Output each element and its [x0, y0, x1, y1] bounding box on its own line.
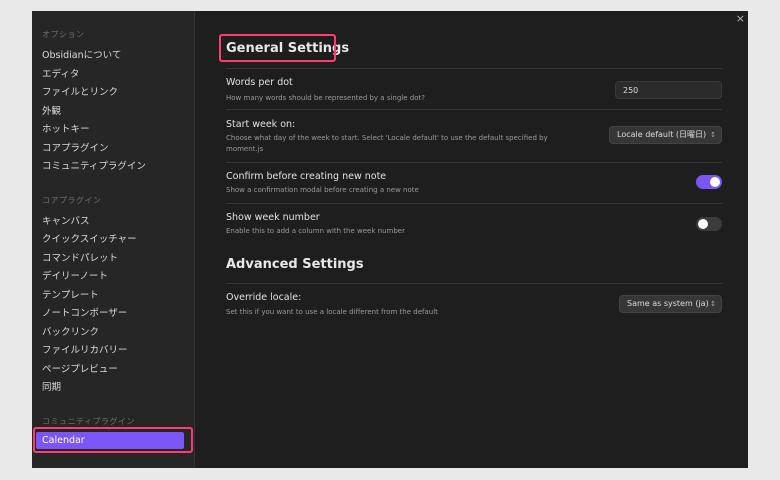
sidebar-item-core-plugins[interactable]: コアプラグイン — [42, 140, 109, 154]
settings-content: General Settings Words per dot How many … — [195, 11, 748, 468]
sidebar-item-sync[interactable]: 同期 — [42, 379, 61, 393]
advanced-settings-title: Advanced Settings — [226, 257, 364, 272]
toggle-knob — [710, 177, 720, 187]
setting-name-words-per-dot: Words per dot — [226, 77, 293, 88]
sidebar-section-core-plugins: コアプラグイン — [42, 196, 102, 205]
show-week-number-toggle[interactable] — [696, 217, 722, 231]
override-locale-select-value: Same as system (ja) — [627, 299, 709, 308]
confirm-new-note-toggle[interactable] — [696, 175, 722, 189]
start-week-select[interactable]: Locale default (日曜日) ↕ — [609, 126, 722, 144]
setting-name-show-week-number: Show week number — [226, 212, 320, 223]
setting-name-override-locale: Override locale: — [226, 292, 302, 303]
setting-desc-override-locale: Set this if you want to use a locale dif… — [226, 308, 438, 316]
settings-sidebar: オプション Obsidianについて エディタ ファイルとリンク 外観 ホットキ… — [32, 11, 195, 468]
override-locale-select[interactable]: Same as system (ja) ↕ — [619, 295, 722, 313]
sidebar-item-page-preview[interactable]: ページプレビュー — [42, 361, 118, 375]
sidebar-item-files-links[interactable]: ファイルとリンク — [42, 84, 118, 98]
sidebar-item-appearance[interactable]: 外観 — [42, 103, 61, 117]
sidebar-item-about[interactable]: Obsidianについて — [42, 47, 121, 61]
setting-name-confirm-new-note: Confirm before creating new note — [226, 171, 387, 182]
toggle-knob — [698, 219, 708, 229]
divider — [226, 109, 722, 110]
sidebar-item-note-composer[interactable]: ノートコンポーザー — [42, 305, 127, 319]
setting-desc-confirm-new-note: Show a confirmation modal before creatin… — [226, 186, 419, 194]
divider — [226, 68, 722, 69]
start-week-select-value: Locale default (日曜日) — [617, 130, 707, 139]
sidebar-section-options: オプション — [42, 30, 85, 39]
divider — [226, 162, 722, 163]
divider — [226, 283, 722, 284]
sidebar-item-editor[interactable]: エディタ — [42, 66, 79, 80]
general-settings-highlight-box — [219, 34, 336, 62]
words-per-dot-input[interactable]: 250 — [615, 81, 722, 99]
sidebar-item-hotkeys[interactable]: ホットキー — [42, 121, 90, 135]
sidebar-item-templates[interactable]: テンプレート — [42, 287, 99, 301]
sidebar-item-quick-switcher[interactable]: クイックスイッチャー — [42, 231, 137, 245]
chevron-updown-icon: ↕ — [710, 300, 716, 308]
sidebar-item-file-recovery[interactable]: ファイルリカバリー — [42, 342, 128, 356]
divider — [226, 203, 722, 204]
chevron-updown-icon: ↕ — [710, 131, 716, 139]
setting-name-start-week: Start week on: — [226, 119, 296, 130]
sidebar-section-community-plugins: コミュニティプラグイン — [42, 417, 136, 426]
sidebar-item-backlinks[interactable]: バックリンク — [42, 324, 99, 338]
setting-desc-show-week-number: Enable this to add a column with the wee… — [226, 227, 405, 235]
sidebar-item-canvas[interactable]: キャンバス — [42, 213, 90, 227]
sidebar-item-community-plugins[interactable]: コミュニティプラグイン — [42, 158, 146, 172]
settings-window: オプション Obsidianについて エディタ ファイルとリンク 外観 ホットキ… — [32, 11, 748, 468]
sidebar-item-command-palette[interactable]: コマンドパレット — [42, 250, 118, 264]
setting-desc-words-per-dot: How many words should be represented by … — [226, 94, 425, 102]
sidebar-item-daily-notes[interactable]: デイリーノート — [42, 268, 108, 282]
calendar-highlight-box — [33, 427, 193, 453]
setting-desc-start-week: Choose what day of the week to start. Se… — [226, 134, 548, 153]
